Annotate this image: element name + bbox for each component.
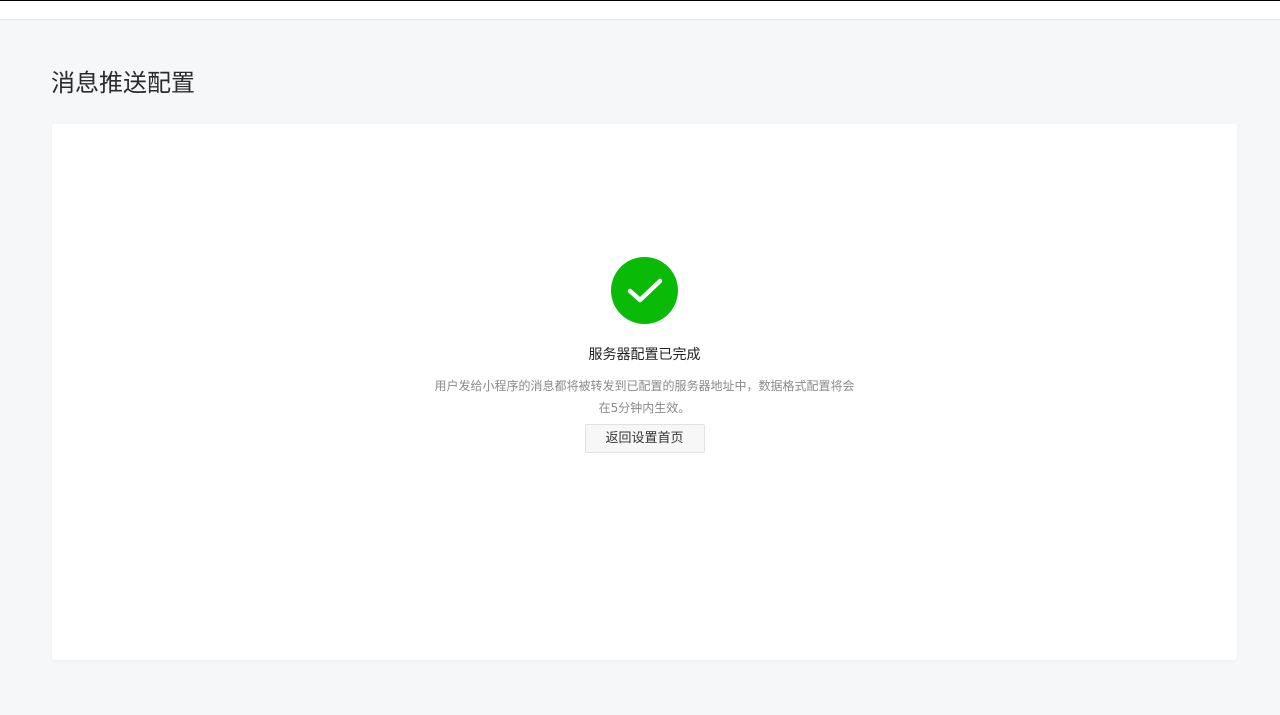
top-bar — [0, 0, 1280, 20]
back-to-settings-button[interactable]: 返回设置首页 — [584, 424, 705, 453]
result-card: 服务器配置已完成 用户发给小程序的消息都将被转发到已配置的服务器地址中，数据格式… — [52, 124, 1237, 660]
checkmark-icon — [627, 278, 662, 302]
page-title: 消息推送配置 — [51, 69, 195, 97]
success-result: 服务器配置已完成 用户发给小程序的消息都将被转发到已配置的服务器地址中，数据格式… — [52, 257, 1237, 453]
result-title: 服务器配置已完成 — [588, 347, 701, 363]
result-description: 用户发给小程序的消息都将被转发到已配置的服务器地址中，数据格式配置将会在5分钟内… — [434, 379, 855, 415]
check-circle-icon — [611, 257, 678, 324]
